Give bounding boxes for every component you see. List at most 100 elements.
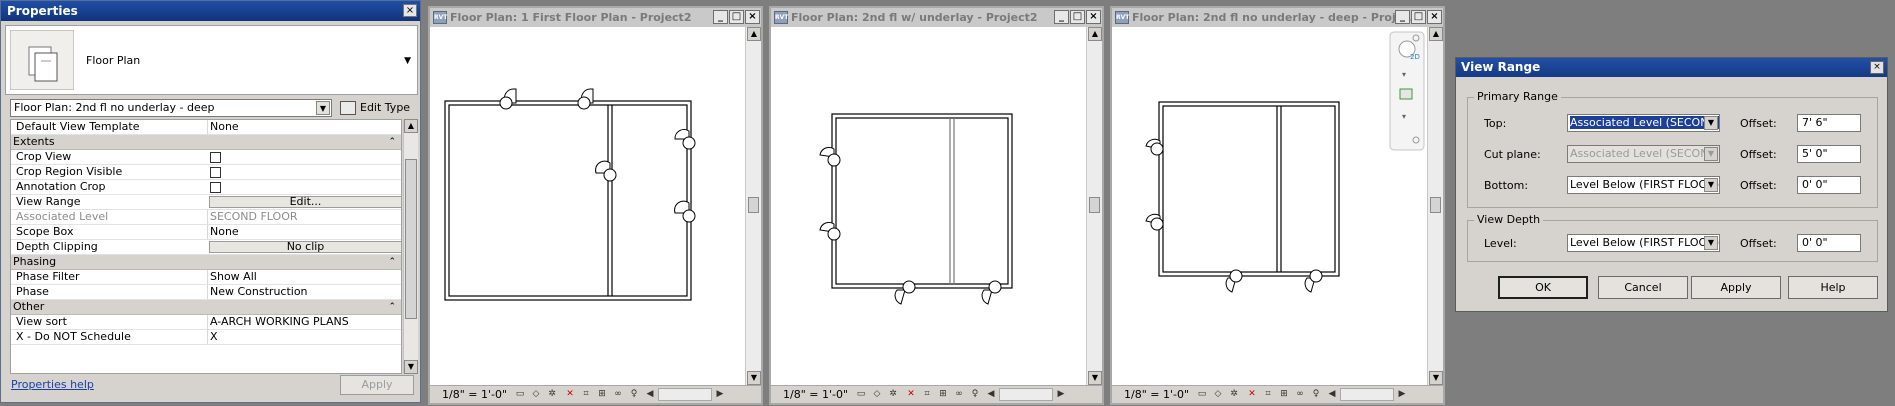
- view-horizontal-scrollbar[interactable]: [1340, 388, 1394, 401]
- dropdown-arrow-icon[interactable]: ▼: [1704, 116, 1718, 130]
- prop-row-x-do-not-schedule[interactable]: X - Do NOT Schedule X: [11, 330, 401, 345]
- properties-title-bar[interactable]: Properties ×: [1, 1, 420, 21]
- scroll-thumb[interactable]: [405, 159, 417, 319]
- close-icon[interactable]: ×: [1427, 10, 1442, 24]
- show-crop-region-icon[interactable]: ⊞: [596, 389, 608, 400]
- view-canvas[interactable]: [430, 27, 745, 385]
- view-depth-level-select[interactable]: Level Below (FIRST FLOOR) ▼: [1567, 234, 1720, 252]
- prop-value[interactable]: None: [207, 225, 401, 239]
- collapse-icon[interactable]: ⌃: [388, 255, 396, 269]
- prop-row-scope-box[interactable]: Scope Box None: [11, 225, 401, 240]
- cut-plane-offset-field[interactable]: 5' 0": [1797, 145, 1861, 163]
- show-crop-region-icon[interactable]: ⊞: [1278, 389, 1290, 400]
- close-icon[interactable]: ×: [403, 4, 417, 17]
- temporary-hide-icon[interactable]: ∞: [953, 389, 965, 400]
- group-header-other[interactable]: Other ⌃: [11, 300, 401, 315]
- reveal-hidden-icon[interactable]: ♀: [1310, 389, 1322, 400]
- visual-style-icon[interactable]: ◇: [1212, 389, 1224, 400]
- prop-value[interactable]: None: [207, 120, 401, 134]
- view-horizontal-scrollbar[interactable]: [658, 388, 712, 401]
- detail-level-icon[interactable]: ▭: [1196, 389, 1208, 400]
- top-level-select[interactable]: Associated Level (SECOND FLOOR) ▼: [1567, 114, 1720, 132]
- scroll-down-icon[interactable]: ▼: [747, 371, 761, 385]
- minimize-icon[interactable]: _: [713, 10, 728, 24]
- maximize-icon[interactable]: □: [1070, 10, 1085, 24]
- collapse-icon[interactable]: ⌃: [388, 300, 396, 314]
- temporary-hide-icon[interactable]: ∞: [612, 389, 624, 400]
- annotation-crop-checkbox[interactable]: [210, 182, 221, 193]
- show-crop-region-icon[interactable]: ⊞: [937, 389, 949, 400]
- properties-help-link[interactable]: Properties help: [11, 378, 94, 391]
- scroll-down-icon[interactable]: ▼: [1429, 371, 1443, 385]
- shadows-icon[interactable]: ✕: [564, 389, 576, 400]
- dropdown-arrow-icon[interactable]: ▼: [1704, 236, 1718, 250]
- view-range-edit-button[interactable]: Edit...: [209, 196, 401, 208]
- view-scale[interactable]: 1/8" = 1'-0": [783, 388, 848, 401]
- maximize-icon[interactable]: □: [729, 10, 744, 24]
- prop-row-default-view-template[interactable]: Default View Template None: [11, 120, 401, 135]
- properties-scrollbar[interactable]: ▲ ▼: [403, 119, 418, 374]
- type-selector[interactable]: Floor Plan ▼: [5, 25, 418, 95]
- temporary-hide-icon[interactable]: ∞: [1294, 389, 1306, 400]
- prop-value[interactable]: Show All: [207, 270, 401, 284]
- dropdown-arrow-icon[interactable]: ▼: [316, 101, 330, 115]
- reveal-hidden-icon[interactable]: ♀: [628, 389, 640, 400]
- group-header-phasing[interactable]: Phasing ⌃: [11, 255, 401, 270]
- scroll-up-icon[interactable]: ▲: [404, 119, 418, 133]
- reveal-hidden-icon[interactable]: ♀: [969, 389, 981, 400]
- scroll-up-icon[interactable]: ▲: [1429, 27, 1443, 41]
- view-scale[interactable]: 1/8" = 1'-0": [442, 388, 507, 401]
- prop-value[interactable]: A-ARCH WORKING PLANS: [207, 315, 401, 329]
- view-title-bar[interactable]: RVT Floor Plan: 2nd fl no underlay - dee…: [1112, 8, 1443, 27]
- minimize-icon[interactable]: _: [1395, 10, 1410, 24]
- bottom-level-select[interactable]: Level Below (FIRST FLOOR) ▼: [1567, 176, 1720, 194]
- close-icon[interactable]: ×: [1870, 61, 1884, 74]
- sun-path-icon[interactable]: ✲: [887, 389, 899, 400]
- sun-path-icon[interactable]: ✲: [1228, 389, 1240, 400]
- view-horizontal-scrollbar[interactable]: [999, 388, 1053, 401]
- view-range-title-bar[interactable]: View Range ×: [1456, 58, 1887, 77]
- prop-value[interactable]: New Construction: [207, 285, 401, 299]
- view-title-bar[interactable]: RVT Floor Plan: 2nd fl w/ underlay - Pro…: [771, 8, 1102, 27]
- view-vertical-scrollbar[interactable]: ▲ ▼: [1427, 27, 1443, 385]
- bottom-offset-field[interactable]: 0' 0": [1797, 176, 1861, 194]
- scroll-left-icon[interactable]: ◀: [985, 389, 997, 400]
- properties-apply-button[interactable]: Apply: [340, 375, 414, 395]
- edit-type-button[interactable]: Edit Type: [338, 99, 410, 117]
- scroll-left-icon[interactable]: ◀: [644, 389, 656, 400]
- apply-button[interactable]: Apply: [1691, 276, 1781, 299]
- chevron-down-icon[interactable]: ▼: [404, 56, 411, 66]
- view-title-bar[interactable]: RVT Floor Plan: 1 First Floor Plan - Pro…: [430, 8, 761, 27]
- minimize-icon[interactable]: _: [1054, 10, 1069, 24]
- close-icon[interactable]: ×: [745, 10, 760, 24]
- maximize-icon[interactable]: □: [1411, 10, 1426, 24]
- shadows-icon[interactable]: ✕: [905, 389, 917, 400]
- ok-button[interactable]: OK: [1498, 276, 1588, 299]
- view-canvas[interactable]: [771, 27, 1086, 385]
- scroll-thumb[interactable]: [1089, 197, 1100, 213]
- view-vertical-scrollbar[interactable]: ▲ ▼: [745, 27, 761, 385]
- scroll-right-icon[interactable]: ▶: [714, 389, 726, 400]
- view-depth-offset-field[interactable]: 0' 0": [1797, 234, 1861, 252]
- view-canvas[interactable]: 2D ▾ ▾: [1112, 27, 1427, 385]
- sun-path-icon[interactable]: ✲: [546, 389, 558, 400]
- group-header-extents[interactable]: Extents ⌃: [11, 135, 401, 150]
- detail-level-icon[interactable]: ▭: [855, 389, 867, 400]
- scroll-right-icon[interactable]: ▶: [1055, 389, 1067, 400]
- crop-view-icon[interactable]: ⌗: [921, 389, 933, 400]
- instance-filter-select[interactable]: Floor Plan: 2nd fl no underlay - deep ▼: [10, 99, 332, 117]
- help-button[interactable]: Help: [1788, 276, 1878, 299]
- scroll-right-icon[interactable]: ▶: [1396, 389, 1408, 400]
- depth-clipping-button[interactable]: No clip: [209, 241, 401, 253]
- visual-style-icon[interactable]: ◇: [871, 389, 883, 400]
- scroll-up-icon[interactable]: ▲: [1088, 27, 1102, 41]
- shadows-icon[interactable]: ✕: [1246, 389, 1258, 400]
- dropdown-arrow-icon[interactable]: ▼: [1704, 178, 1718, 192]
- visual-style-icon[interactable]: ◇: [530, 389, 542, 400]
- scroll-up-icon[interactable]: ▲: [747, 27, 761, 41]
- top-offset-field[interactable]: 7' 6": [1797, 114, 1861, 132]
- prop-row-phase[interactable]: Phase New Construction: [11, 285, 401, 300]
- view-vertical-scrollbar[interactable]: ▲ ▼: [1086, 27, 1102, 385]
- close-icon[interactable]: ×: [1086, 10, 1101, 24]
- cancel-button[interactable]: Cancel: [1598, 276, 1688, 299]
